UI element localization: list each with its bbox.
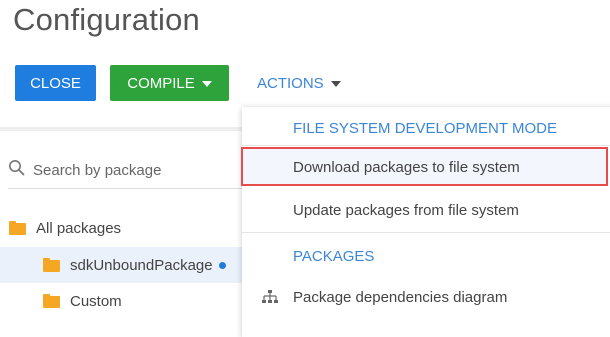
menu-item-label: Update packages from file system bbox=[293, 201, 519, 219]
tree-item-sdkunboundpackage[interactable]: sdkUnboundPackage bbox=[0, 247, 250, 283]
folder-icon bbox=[43, 258, 60, 272]
menu-header-label: PACKAGES bbox=[293, 247, 375, 265]
menu-item-update-packages[interactable]: Update packages from file system bbox=[242, 191, 610, 229]
search-input[interactable] bbox=[33, 161, 233, 179]
compile-button[interactable]: COMPILE bbox=[110, 65, 229, 101]
hierarchy-icon bbox=[262, 290, 278, 304]
compile-button-label: COMPILE bbox=[127, 74, 195, 92]
tree-item-label: sdkUnboundPackage bbox=[70, 256, 213, 274]
menu-item-label: Download packages to file system bbox=[293, 158, 520, 176]
package-search[interactable] bbox=[8, 155, 243, 185]
page-title: Configuration bbox=[13, 2, 200, 37]
menu-divider bbox=[242, 145, 610, 146]
close-button-label: CLOSE bbox=[30, 74, 81, 92]
menu-header-packages: PACKAGES bbox=[242, 237, 610, 275]
panel-divider bbox=[0, 127, 250, 131]
tree-item-label: All packages bbox=[36, 219, 122, 237]
search-icon bbox=[8, 159, 25, 181]
menu-item-download-packages[interactable]: Download packages to file system bbox=[242, 148, 610, 186]
actions-menu-button[interactable]: ACTIONS bbox=[257, 65, 341, 101]
search-underline bbox=[8, 188, 243, 189]
tree-item-label: Custom bbox=[70, 292, 122, 310]
menu-item-package-dependencies[interactable]: Package dependencies diagram bbox=[242, 278, 610, 316]
tree-item-custom[interactable]: Custom bbox=[0, 283, 250, 319]
menu-header-label: FILE SYSTEM DEVELOPMENT MODE bbox=[293, 119, 557, 137]
menu-item-label: Package dependencies diagram bbox=[293, 288, 508, 306]
close-button[interactable]: CLOSE bbox=[15, 65, 96, 101]
menu-divider bbox=[242, 232, 610, 233]
folder-icon bbox=[43, 294, 60, 308]
tree-item-all-packages[interactable]: All packages bbox=[0, 210, 250, 246]
caret-down-icon bbox=[330, 80, 341, 87]
modified-indicator bbox=[218, 261, 226, 269]
actions-label: ACTIONS bbox=[257, 74, 324, 92]
menu-header-file-system: FILE SYSTEM DEVELOPMENT MODE bbox=[242, 109, 610, 147]
folder-icon bbox=[9, 221, 26, 235]
caret-down-icon bbox=[201, 80, 212, 87]
